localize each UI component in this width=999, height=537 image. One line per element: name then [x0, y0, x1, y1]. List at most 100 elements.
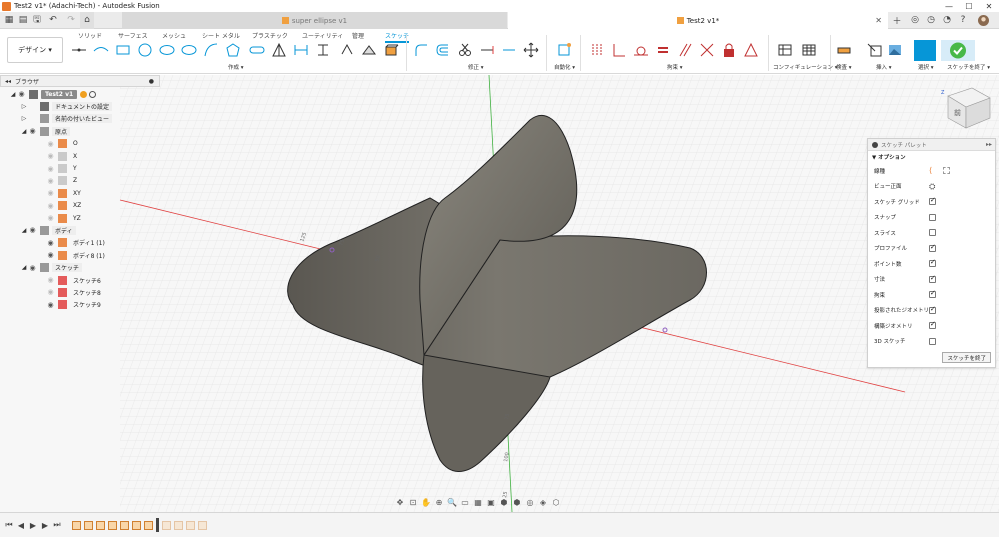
polygon-tool-icon[interactable]	[224, 41, 242, 59]
visibility-eye-icon[interactable]: ◉	[28, 127, 37, 136]
pin-icon[interactable]: ●	[149, 78, 154, 85]
tab-sheet-metal[interactable]: シート メタル	[202, 31, 240, 40]
sketch-plane-icon[interactable]	[383, 41, 401, 59]
circle-tool-icon[interactable]	[136, 41, 154, 59]
workspace-switcher[interactable]: デザイン ▾	[7, 37, 63, 63]
play-icon[interactable]: ▶	[28, 520, 38, 530]
grid-settings-icon[interactable]: ▦	[473, 497, 483, 507]
browser-row-sketch[interactable]: ◉ スケッチ6	[0, 274, 160, 286]
tangent-icon[interactable]	[632, 41, 650, 59]
file-menu-icon[interactable]: ▤	[16, 12, 30, 29]
camera-icon[interactable]: ⬡	[551, 497, 561, 507]
orbit-icon[interactable]: ✥	[395, 497, 405, 507]
object-visibility-icon[interactable]: ◈	[538, 497, 548, 507]
environment-icon[interactable]: ⬢	[512, 497, 522, 507]
activate-radio-icon[interactable]	[89, 90, 97, 98]
extend-tool-icon[interactable]	[478, 41, 496, 59]
close-tab-icon[interactable]: ✕	[875, 16, 882, 25]
fit-icon[interactable]: 🔍	[447, 497, 457, 507]
automate-icon[interactable]	[555, 41, 573, 59]
group-automate-label[interactable]: 自動化 ▾	[554, 63, 575, 71]
trim-tool-icon[interactable]	[456, 41, 474, 59]
centerline-linetype-icon[interactable]	[943, 167, 950, 174]
tab-plastic[interactable]: プラスチック	[252, 31, 288, 40]
browser-row-root[interactable]: ◢ ◉ Test2 v1	[0, 88, 160, 100]
conic-tool-icon[interactable]	[202, 41, 220, 59]
pan-icon[interactable]: ✋	[421, 497, 431, 507]
expand-triangle-icon[interactable]: ◢	[20, 128, 28, 135]
undo-icon[interactable]: ↶	[44, 12, 62, 29]
group-modify-label[interactable]: 修正 ▾	[468, 63, 484, 71]
browser-row-sketch[interactable]: ◉ スケッチ9	[0, 299, 160, 311]
fix-lock-icon[interactable]	[720, 41, 738, 59]
timeline-feature[interactable]	[72, 520, 81, 530]
display-mode-icon[interactable]: ⬢	[499, 497, 509, 507]
table-icon[interactable]	[800, 41, 818, 59]
browser-row-folder[interactable]: ◢ ◉ ボディ	[0, 224, 160, 236]
viewcube-face-front[interactable]: 前	[954, 108, 961, 117]
group-create-label[interactable]: 作成 ▾	[228, 63, 244, 71]
visibility-eye-icon[interactable]: ◉	[46, 276, 55, 285]
palette-checkbox[interactable]	[929, 289, 936, 298]
browser-row-plane[interactable]: ◉ XZ	[0, 200, 160, 212]
visibility-eye-icon[interactable]: ◉	[46, 238, 55, 247]
rectangle-tool-icon[interactable]	[114, 41, 132, 59]
palette-checkbox[interactable]	[929, 243, 936, 252]
palette-checkbox[interactable]	[929, 196, 936, 205]
visibility-eye-icon[interactable]: ◉	[28, 226, 37, 235]
visibility-eye-icon[interactable]: ◉	[46, 152, 55, 161]
tab-super-ellipse[interactable]: super ellipse v1	[122, 12, 507, 29]
visibility-eye-icon[interactable]: ◉	[46, 139, 55, 148]
go-to-end-icon[interactable]: ⏭	[52, 520, 62, 530]
intersect-tool-icon[interactable]	[360, 41, 378, 59]
slot-tool-icon[interactable]	[248, 41, 266, 59]
group-inspect-label[interactable]: 検査 ▾	[836, 63, 852, 71]
mirror-tool-icon[interactable]	[270, 41, 288, 59]
group-constraints-label[interactable]: 拘束 ▾	[667, 63, 683, 71]
palette-checkbox[interactable]	[929, 320, 936, 329]
visibility-eye-icon[interactable]: ◉	[28, 263, 37, 272]
visibility-eye-icon[interactable]: ◉	[17, 90, 26, 99]
browser-row-folder[interactable]: ◢ ◉ スケッチ	[0, 261, 160, 273]
offset-tool-icon[interactable]	[434, 41, 452, 59]
palette-checkbox[interactable]	[929, 229, 936, 236]
visibility-eye-icon[interactable]: ◉	[46, 164, 55, 173]
browser-row-sketch[interactable]: ◉ スケッチ8	[0, 286, 160, 298]
browser-row-folder[interactable]: ▷ 名前の付いたビュー	[0, 113, 160, 125]
close-button[interactable]: ✕	[979, 0, 999, 12]
dimension-text[interactable]: 75	[504, 413, 511, 420]
visibility-eye-icon[interactable]: ◉	[46, 300, 55, 309]
expand-triangle-icon[interactable]: ▷	[20, 103, 28, 110]
visibility-eye-icon[interactable]: ◉	[46, 251, 55, 260]
line-tool-icon[interactable]	[70, 41, 88, 59]
timeline-feature[interactable]	[108, 520, 117, 530]
browser-row-plane[interactable]: ◉ YZ	[0, 212, 160, 224]
collapse-icon[interactable]: ◂◂	[5, 78, 11, 85]
measure-icon[interactable]	[835, 41, 853, 59]
move-copy-icon[interactable]	[522, 41, 540, 59]
arc-tool-icon[interactable]	[180, 41, 198, 59]
browser-row-folder[interactable]: ◢ ◉ 原点	[0, 125, 160, 137]
viewport-settings-icon[interactable]: ▣	[486, 497, 496, 507]
visibility-eye-icon[interactable]: ◉	[46, 214, 55, 223]
maximize-button[interactable]: ☐	[959, 0, 979, 12]
browser-row-axis[interactable]: ◉ X	[0, 150, 160, 162]
browser-row-settings[interactable]: ▷ ドキュメントの設定	[0, 100, 160, 112]
palette-checkbox[interactable]	[929, 258, 936, 267]
tab-surface[interactable]: サーフェス	[118, 31, 148, 40]
tab-test2[interactable]: Test2 v1* ✕	[508, 12, 888, 29]
finish-sketch-button[interactable]	[941, 40, 975, 61]
visibility-eye-icon[interactable]	[28, 102, 37, 111]
expand-icon[interactable]: ▸▸	[986, 141, 992, 148]
visibility-eye-icon[interactable]: ◉	[46, 288, 55, 297]
timeline-feature[interactable]	[84, 520, 93, 530]
parallel-icon[interactable]	[676, 41, 694, 59]
timeline-feature[interactable]	[144, 520, 153, 530]
palette-checkbox[interactable]	[929, 274, 936, 283]
visibility-eye-icon[interactable]	[28, 114, 37, 123]
zoom-icon[interactable]: ⊕	[434, 497, 444, 507]
expand-triangle-icon[interactable]: ▷	[20, 115, 28, 122]
browser-row-axis[interactable]: ◉ Y	[0, 162, 160, 174]
break-tool-icon[interactable]	[500, 41, 518, 59]
browser-row-plane[interactable]: ◉ XY	[0, 187, 160, 199]
